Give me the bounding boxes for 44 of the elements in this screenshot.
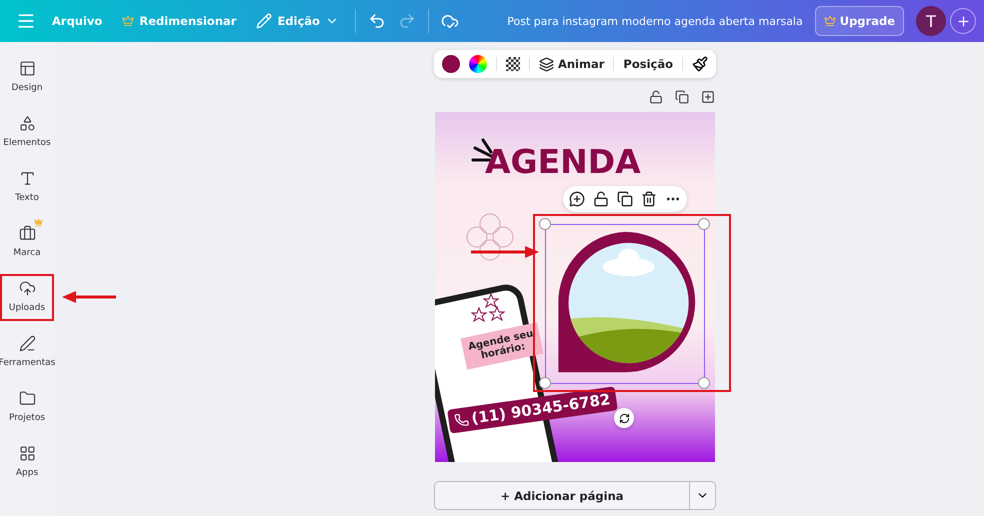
crown-icon (824, 15, 836, 27)
delete-icon[interactable] (641, 191, 657, 207)
sidebar-item[interactable]: Texto (0, 164, 54, 211)
selection-frame[interactable] (545, 224, 705, 384)
annotation-arrow (62, 291, 116, 303)
duplicate-icon[interactable] (617, 191, 633, 207)
layout-icon (18, 60, 36, 77)
pencil-icon (256, 13, 272, 29)
cloud-upload-icon (18, 280, 36, 297)
flower-drawing (465, 212, 515, 262)
pen-icon (18, 335, 36, 352)
add-button[interactable] (950, 8, 976, 34)
color-picker-icon[interactable] (468, 55, 487, 73)
sidebar-item[interactable]: Apps (0, 439, 54, 486)
sidebar-item[interactable]: Marca (0, 219, 54, 266)
grid-icon (18, 445, 36, 462)
animate-button[interactable]: Animar (538, 56, 604, 72)
upgrade-button[interactable]: Upgrade (814, 6, 904, 36)
text-icon (18, 170, 36, 187)
plus-icon (956, 14, 970, 28)
sidebar-item[interactable]: Ferramentas (0, 329, 54, 376)
sidebar-item[interactable]: Projetos (0, 384, 54, 431)
undo-icon[interactable] (368, 12, 386, 30)
cloud-check-icon[interactable] (440, 12, 459, 30)
briefcase-icon (18, 225, 36, 242)
comment-icon[interactable] (569, 191, 585, 207)
sidebar-item[interactable]: Design (0, 54, 54, 101)
folder-icon (18, 390, 36, 407)
transparency-icon[interactable] (506, 57, 520, 71)
sidebar-item[interactable]: Uploads (0, 274, 54, 321)
duplicate-icon[interactable] (675, 90, 689, 104)
layers-icon (538, 56, 554, 72)
position-button[interactable]: Posição (623, 57, 674, 71)
add-page-icon[interactable] (701, 90, 715, 104)
headline-text: AGENDA (485, 142, 641, 181)
sidebar-item[interactable]: Elementos (0, 109, 54, 156)
color-swatch[interactable] (442, 55, 460, 73)
user-avatar[interactable]: T (916, 6, 946, 36)
annotation-arrow (471, 246, 539, 258)
shapes-icon (18, 115, 36, 132)
design-title[interactable]: Post para instagram moderno agenda aberta marsala (507, 14, 803, 28)
lock-icon[interactable] (593, 191, 609, 207)
lock-icon[interactable] (649, 90, 663, 104)
crown-icon (122, 15, 134, 27)
